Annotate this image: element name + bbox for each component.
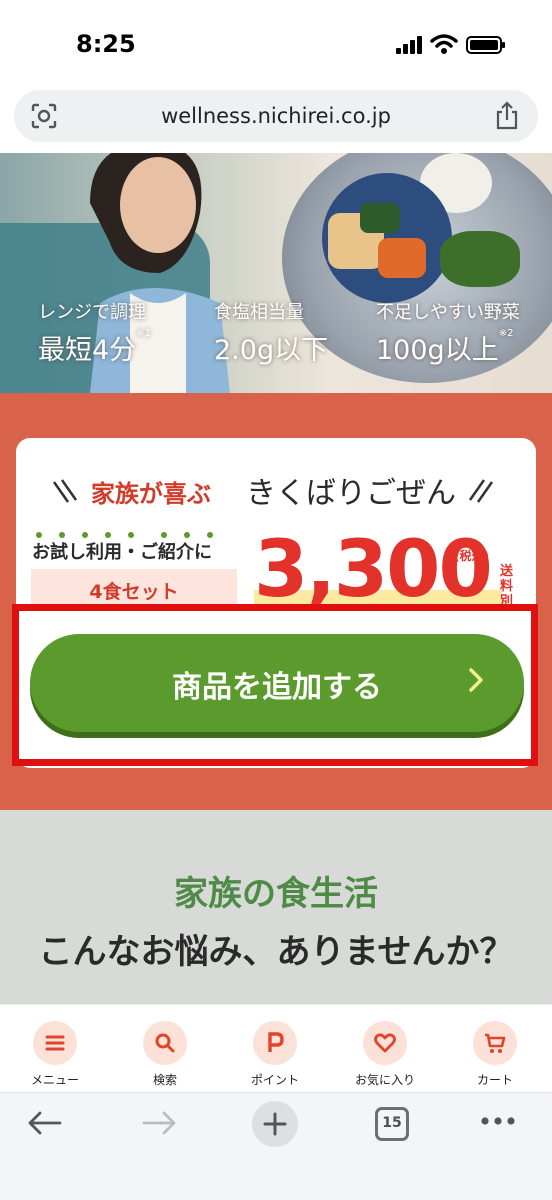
url-text: wellness.nichirei.co.jp — [161, 104, 391, 128]
cart-icon — [485, 1033, 506, 1053]
hero-food-image — [378, 238, 426, 278]
feature-vegetables: 不足しやすい野菜 100g以上※2 — [376, 302, 520, 366]
cellular-signal-icon — [396, 36, 422, 54]
feature-cook-time: レンジで調理 最短4分※1 — [38, 302, 151, 366]
trial-text: お試し利用・ご紹介に — [32, 542, 212, 563]
nav-cart[interactable]: カート — [440, 1017, 550, 1093]
nav-favorites[interactable]: お気に入り — [330, 1017, 440, 1093]
hero-features: レンジで調理 最短4分※1 食塩相当量 2.0g以下 不足しやすい野菜 100g… — [0, 298, 552, 378]
nav-menu[interactable]: メニュー — [0, 1017, 110, 1093]
worries-heading-1: 家族の食生活 — [174, 874, 378, 914]
nav-point[interactable]: ポイント — [220, 1017, 330, 1093]
feature-salt: 食塩相当量 2.0g以下 — [214, 302, 329, 366]
chevron-right-icon — [469, 668, 483, 692]
forward-arrow-icon[interactable] — [142, 1109, 178, 1137]
menu-icon — [45, 1035, 65, 1051]
back-arrow-icon[interactable] — [26, 1109, 62, 1137]
new-tab-button[interactable] — [252, 1101, 298, 1147]
wifi-icon — [430, 34, 458, 54]
battery-icon — [466, 36, 505, 54]
hero-food-image — [360, 203, 400, 233]
tabs-button[interactable]: 15 — [375, 1107, 409, 1141]
shipping-label: 送料別 — [500, 564, 514, 609]
worries-section: 家族の食生活 こんなお悩み、ありませんか？ — [0, 810, 552, 1010]
add-product-label: 商品を追加する — [172, 670, 382, 705]
hero-banner: レンジで調理 最短4分※1 食塩相当量 2.0g以下 不足しやすい野菜 100g… — [0, 153, 552, 393]
search-icon — [155, 1033, 175, 1053]
address-bar[interactable]: wellness.nichirei.co.jp — [14, 90, 538, 142]
more-dots-icon[interactable] — [480, 1115, 516, 1127]
brand-name: きくばりごぜん — [246, 476, 456, 511]
hero-food-image — [440, 231, 520, 287]
screen: 8:25 wellness.nichirei.co.jp レンジで調理 最短4分… — [0, 0, 552, 1200]
tax-label: (税込) — [454, 549, 489, 563]
tab-count: 15 — [382, 1115, 402, 1131]
set-badge: 4食セット — [31, 569, 237, 609]
browser-toolbar: 15 — [0, 1092, 552, 1200]
add-product-button[interactable]: 商品を追加する — [30, 634, 524, 732]
plus-icon — [263, 1112, 287, 1136]
nav-search[interactable]: 検索 — [110, 1017, 220, 1093]
decorative-slash-icon — [468, 479, 494, 503]
brand-lead: 家族が喜ぶ — [91, 480, 211, 508]
share-icon[interactable] — [494, 101, 520, 131]
worries-heading-2: こんなお悩み、ありませんか？ — [38, 932, 514, 972]
point-icon — [268, 1032, 284, 1052]
bottom-nav: メニュー 検索 ポイント お気に入り カート — [0, 1004, 552, 1092]
brand-line: 家族が喜ぶ きくばりごぜん — [16, 468, 536, 511]
status-time: 8:25 — [76, 30, 136, 58]
heart-icon — [374, 1033, 396, 1053]
decorative-slash-icon — [52, 479, 78, 503]
status-bar: 8:25 — [0, 0, 552, 86]
